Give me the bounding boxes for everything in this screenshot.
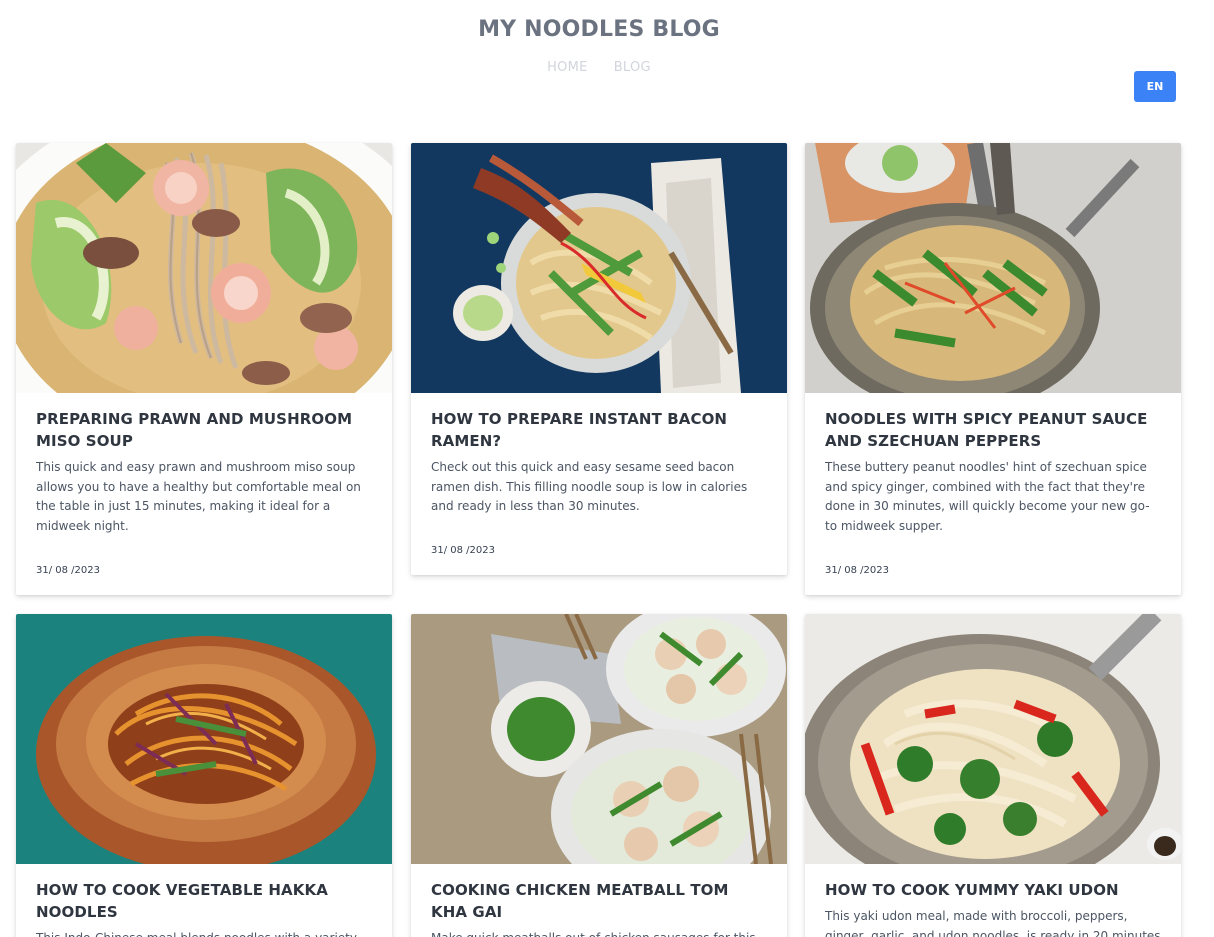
post-date: 31/ 08 /2023 bbox=[431, 545, 495, 556]
site-title: MY NOODLES BLOG bbox=[478, 17, 720, 42]
post-description: Check out this quick and easy sesame see… bbox=[431, 460, 748, 513]
post-date: 31/ 08 /2023 bbox=[36, 565, 100, 576]
post-body: HOW TO PREPARE INSTANT BACON RAMEN? Chec… bbox=[411, 393, 787, 517]
post-body: COOKING CHICKEN MEATBALL TOM KHA GAI Mak… bbox=[411, 864, 787, 937]
peanut-noodles-wok-image bbox=[805, 143, 1181, 393]
post-body: HOW TO COOK VEGETABLE HAKKA NOODLES This… bbox=[16, 864, 392, 937]
post-title[interactable]: COOKING CHICKEN MEATBALL TOM KHA GAI bbox=[431, 879, 767, 923]
post-description: Make quick meatballs out of chicken saus… bbox=[431, 929, 767, 937]
post-card[interactable]: PREPARING PRAWN AND MUSHROOM MISO SOUP T… bbox=[16, 143, 392, 595]
post-date: 31/ 08 /2023 bbox=[825, 565, 889, 576]
bacon-ramen-image bbox=[411, 143, 787, 393]
post-body: NOODLES WITH SPICY PEANUT SAUCE AND SZEC… bbox=[805, 393, 1181, 536]
post-image[interactable] bbox=[16, 614, 392, 864]
nav-home-link[interactable]: HOME bbox=[547, 60, 588, 75]
post-image[interactable] bbox=[805, 614, 1181, 864]
page: MY NOODLES BLOG HOME BLOG EN PREPARING P… bbox=[0, 0, 1214, 937]
post-title[interactable]: HOW TO COOK VEGETABLE HAKKA NOODLES bbox=[36, 879, 372, 923]
post-card[interactable]: HOW TO PREPARE INSTANT BACON RAMEN? Chec… bbox=[411, 143, 787, 575]
post-title[interactable]: HOW TO PREPARE INSTANT BACON RAMEN? bbox=[431, 408, 767, 452]
post-card[interactable]: COOKING CHICKEN MEATBALL TOM KHA GAI Mak… bbox=[411, 614, 787, 937]
post-image[interactable] bbox=[411, 143, 787, 393]
main-nav: HOME BLOG bbox=[0, 60, 1198, 75]
post-body: HOW TO COOK YUMMY YAKI UDON This yaki ud… bbox=[805, 864, 1181, 937]
post-card[interactable]: NOODLES WITH SPICY PEANUT SAUCE AND SZEC… bbox=[805, 143, 1181, 595]
post-body: PREPARING PRAWN AND MUSHROOM MISO SOUP T… bbox=[16, 393, 392, 536]
post-image[interactable] bbox=[805, 143, 1181, 393]
post-description: These buttery peanut noodles' hint of sz… bbox=[825, 460, 1150, 533]
nav-blog-link[interactable]: BLOG bbox=[614, 60, 651, 75]
hakka-noodles-bowl-image bbox=[16, 614, 392, 864]
post-description: This Indo-Chinese meal blends noodles wi… bbox=[36, 929, 372, 937]
post-description: This yaki udon meal, made with broccoli,… bbox=[825, 909, 1161, 937]
post-card[interactable]: HOW TO COOK YUMMY YAKI UDON This yaki ud… bbox=[805, 614, 1181, 937]
post-card[interactable]: HOW TO COOK VEGETABLE HAKKA NOODLES This… bbox=[16, 614, 392, 937]
yaki-udon-wok-image bbox=[805, 614, 1181, 864]
post-title[interactable]: HOW TO COOK YUMMY YAKI UDON bbox=[825, 879, 1161, 901]
post-description: This quick and easy prawn and mushroom m… bbox=[36, 460, 361, 533]
post-title[interactable]: PREPARING PRAWN AND MUSHROOM MISO SOUP bbox=[36, 408, 372, 452]
prawn-miso-soup-image bbox=[16, 143, 392, 393]
post-image[interactable] bbox=[16, 143, 392, 393]
post-image[interactable] bbox=[411, 614, 787, 864]
chicken-meatball-soup-image bbox=[411, 614, 787, 864]
post-title[interactable]: NOODLES WITH SPICY PEANUT SAUCE AND SZEC… bbox=[825, 408, 1161, 452]
language-button[interactable]: EN bbox=[1134, 71, 1176, 102]
